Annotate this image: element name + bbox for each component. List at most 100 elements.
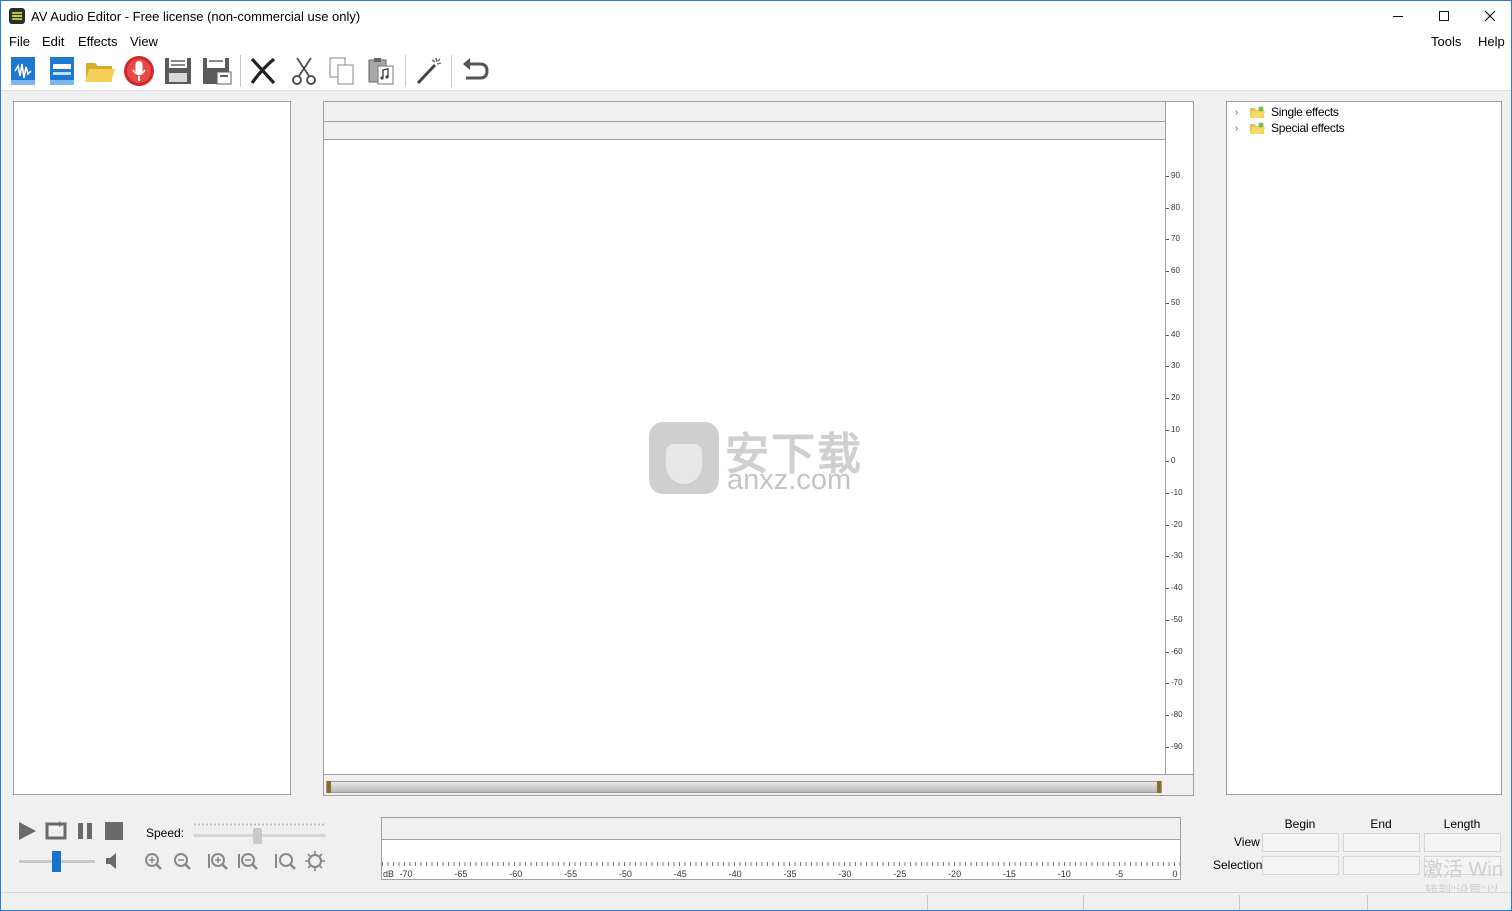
save-button[interactable] <box>161 54 195 88</box>
main-toolbar <box>1 51 1511 91</box>
menu-effects[interactable]: Effects <box>78 34 118 49</box>
level-meter-label: -25 <box>893 869 907 879</box>
magic-wand-icon <box>416 57 442 85</box>
db-scale-tick <box>1166 588 1169 590</box>
menu-view[interactable]: View <box>130 34 158 49</box>
db-scale-label: 80 <box>1171 202 1180 212</box>
db-scale-label: 0 <box>1171 456 1176 466</box>
tree-item-single-effects[interactable]: › Single effects <box>1235 104 1339 120</box>
volume-slider[interactable] <box>19 849 95 873</box>
paste-button[interactable] <box>364 54 398 88</box>
db-scale: 90 80 70 60 50 40 30 20 10 0 -10 -20 -30 -40 -50 -60 -70… <box>1165 102 1193 774</box>
mute-button[interactable] <box>101 849 125 873</box>
menu-tools[interactable]: Tools <box>1431 34 1461 49</box>
tree-item-label: Special effects <box>1271 121 1345 135</box>
scroll-left-handle[interactable] <box>327 781 331 793</box>
menu-edit[interactable]: Edit <box>42 34 64 49</box>
delete-icon <box>250 57 276 85</box>
delete-button[interactable] <box>246 54 280 88</box>
tree-item-special-effects[interactable]: › Special effects <box>1235 120 1345 136</box>
stop-button[interactable] <box>102 819 126 843</box>
menu-bar: File Edit Effects View Tools Help <box>1 31 1511 51</box>
db-scale-tick <box>1166 334 1169 336</box>
toolbar-separator <box>451 55 452 87</box>
db-scale-label: -40 <box>1171 583 1183 593</box>
zoom-fit-button[interactable] <box>273 849 297 873</box>
watermark: 安下载 anxz.com <box>649 414 869 498</box>
copy-icon <box>329 57 354 85</box>
undo-icon <box>463 58 489 80</box>
magic-wand-button[interactable] <box>412 54 446 88</box>
save-icon <box>165 58 191 84</box>
minimize-button[interactable] <box>1375 1 1421 31</box>
zoom-out-selection-button[interactable] <box>236 849 260 873</box>
scroll-right-handle[interactable] <box>1157 781 1161 793</box>
maximize-button[interactable] <box>1421 1 1467 31</box>
db-scale-label: -30 <box>1171 551 1183 561</box>
copy-button[interactable] <box>325 54 359 88</box>
db-scale-tick <box>1166 366 1169 368</box>
undo-button[interactable] <box>458 54 492 88</box>
pause-icon <box>78 823 92 839</box>
time-ruler <box>324 102 1165 122</box>
play-button[interactable] <box>15 819 39 843</box>
minimize-icon <box>1393 15 1403 17</box>
tree-item-label: Single effects <box>1271 105 1339 119</box>
db-scale-label: -70 <box>1171 678 1183 688</box>
record-button[interactable] <box>122 54 156 88</box>
status-separator <box>1367 895 1368 910</box>
db-scale-label: 40 <box>1171 329 1180 339</box>
zoom-settings-button[interactable] <box>303 849 327 873</box>
close-icon <box>1484 10 1496 22</box>
zoom-in-selection-button[interactable] <box>206 849 230 873</box>
effects-folder-icon <box>1250 106 1265 118</box>
menu-help[interactable]: Help <box>1478 34 1505 49</box>
zoom-out-button[interactable] <box>170 849 194 873</box>
selection-end-field <box>1343 856 1420 875</box>
speed-slider-thumb[interactable] <box>253 828 262 844</box>
file-list-panel[interactable] <box>13 101 291 795</box>
pause-button[interactable] <box>73 819 97 843</box>
db-scale-tick <box>1166 461 1169 463</box>
save-as-icon <box>203 58 232 85</box>
horizontal-scrollbar[interactable] <box>326 781 1162 793</box>
save-as-button[interactable] <box>200 54 234 88</box>
menu-file[interactable]: File <box>9 34 30 49</box>
app-window: AV Audio Editor - Free license (non-comm… <box>0 0 1512 911</box>
cut-icon <box>292 57 316 85</box>
os-activation-watermark: 激活 Win <box>1423 859 1503 881</box>
cut-button[interactable] <box>287 54 321 88</box>
db-scale-label: -90 <box>1171 741 1183 751</box>
speed-slider-ticks <box>193 823 326 826</box>
watermark-shield-icon <box>666 444 702 484</box>
level-meter-bar <box>382 818 1180 840</box>
level-meter-label: -70 <box>399 869 413 879</box>
maximize-icon <box>1439 11 1449 21</box>
level-meter-label: -55 <box>564 869 578 879</box>
app-logo-icon <box>9 8 25 24</box>
close-window-button[interactable] <box>1467 1 1511 31</box>
db-scale-tick <box>1166 429 1169 431</box>
expand-arrow-icon[interactable]: › <box>1235 123 1245 134</box>
title-bar: AV Audio Editor - Free license (non-comm… <box>1 1 1511 31</box>
expand-arrow-icon[interactable]: › <box>1235 107 1245 118</box>
speed-slider[interactable] <box>193 821 326 847</box>
open-button[interactable] <box>83 54 117 88</box>
zoom-in-button[interactable] <box>141 849 165 873</box>
record-icon <box>124 56 154 86</box>
view-end-field <box>1343 833 1420 852</box>
status-separator <box>1083 895 1084 910</box>
db-scale-tick <box>1166 239 1169 241</box>
stop-icon <box>105 822 123 840</box>
db-scale-label: -10 <box>1171 488 1183 497</box>
toolbar-separator <box>405 55 406 87</box>
loop-button[interactable] <box>44 819 68 843</box>
db-scale-label: 10 <box>1171 424 1180 434</box>
new-wave-button[interactable] <box>6 54 40 88</box>
volume-slider-thumb[interactable] <box>52 851 61 872</box>
level-meter-label: -5 <box>1115 869 1124 879</box>
db-scale-tick <box>1166 746 1169 748</box>
new-file-button[interactable] <box>45 54 79 88</box>
zoom-in-icon <box>145 853 162 870</box>
db-scale-label: 30 <box>1171 361 1180 371</box>
